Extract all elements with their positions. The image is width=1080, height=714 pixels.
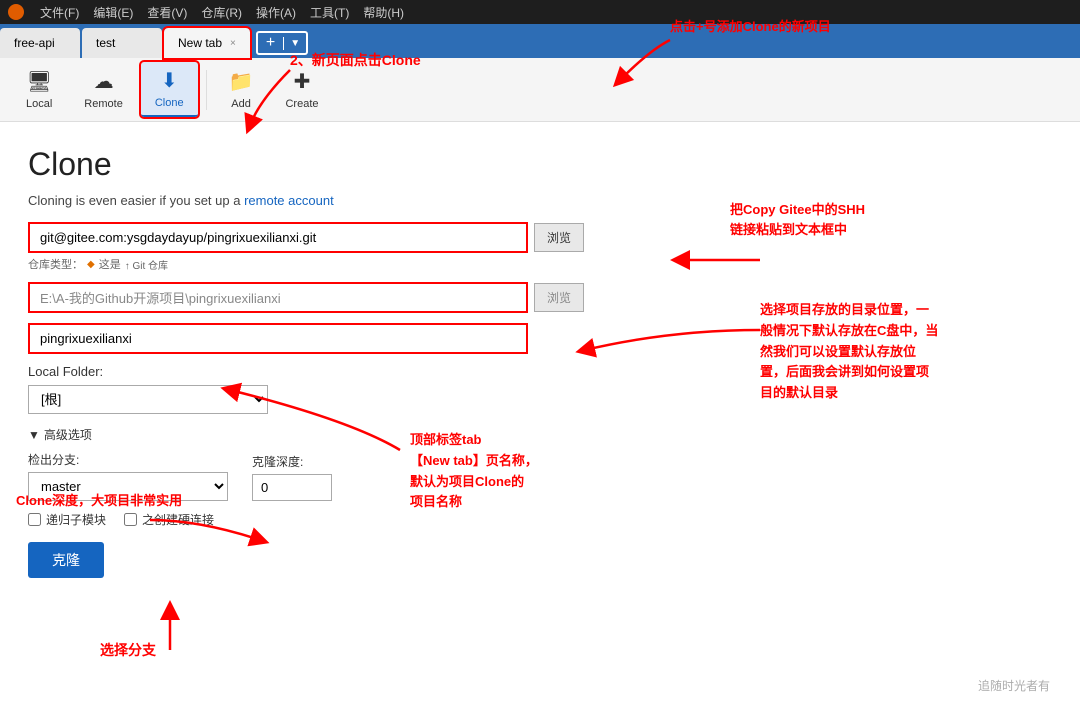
advanced-fields: 检出分支: master 克隆深度: [28,451,1052,501]
menu-repo[interactable]: 仓库(R) [195,2,248,23]
tab-bar: free-api test New tab × + ▼ [0,24,1080,58]
local-path-input[interactable] [28,282,528,313]
remote-account-link[interactable]: remote account [244,193,334,208]
toolbar-add[interactable]: 📁 Add [215,63,268,116]
tab-free-api[interactable]: free-api [0,28,80,58]
repo-name-input-group [28,323,1052,354]
depth-input[interactable] [252,474,332,501]
browse-local-button[interactable]: 浏览 [534,283,584,312]
menu-view[interactable]: 查看(V) [141,2,193,23]
main-content: Clone Cloning is even easier if you set … [0,122,1080,714]
toolbar: 🖥 Local ☁ Remote ⬇ Clone 📁 Add ✚ Create [0,58,1080,122]
clone-subtitle-text: Cloning is even easier if you set up a [28,193,244,208]
local-path-input-group: 浏览 [28,282,1052,313]
url-input-row: 浏览 [28,222,1052,253]
recursive-checkbox-text: 递归子模块 [46,511,106,528]
hardlink-checkbox-text: 之​创建硬连接 [142,511,214,528]
local-folder-label: Local Folder: [28,364,1052,379]
tab-test[interactable]: test [82,28,162,58]
local-icon: 🖥 [26,69,51,94]
repo-name-input[interactable] [28,323,528,354]
toolbar-create[interactable]: ✚ Create [271,63,332,116]
toolbar-separator-1 [206,70,207,110]
clone-title: Clone [28,146,1052,183]
clone-button[interactable]: 克隆 [28,542,104,578]
tab-test-label: test [96,36,115,50]
toolbar-create-label: Create [285,98,318,110]
toolbar-local[interactable]: 🖥 Local [12,63,66,116]
add-icon: 📁 [229,69,254,94]
create-icon: ✚ [294,69,311,94]
app-logo [8,4,24,20]
hardlink-checkbox[interactable] [124,513,137,526]
toolbar-clone-label: Clone [155,97,184,109]
clone-subtitle: Cloning is even easier if you set up a r… [28,193,1052,208]
checkbox-row: 递归子模块 之​创建硬连接 [28,511,1052,528]
advanced-toggle-icon: ▼ [28,428,40,442]
menu-help[interactable]: 帮助(H) [357,2,410,23]
recursive-checkbox-label[interactable]: 递归子模块 [28,511,106,528]
menu-bar: 文件(F) 编辑(E) 查看(V) 仓库(R) 操作(A) 工具(T) 帮助(H… [0,0,1080,24]
local-folder-dropdown-row: [根] [28,385,1052,414]
advanced-section: ▼ 高级选项 检出分支: master 克隆深度: 递归子模块 之​创建硬连 [28,426,1052,528]
checkout-label: 检出分支: [28,451,228,468]
repo-type-is: 这是 [99,256,121,272]
menu-file[interactable]: 文件(F) [34,2,85,23]
hardlink-checkbox-label[interactable]: 之​创建硬连接 [124,511,214,528]
toolbar-local-label: Local [26,98,52,110]
tab-new-wrapper: + ▼ [256,31,308,55]
menu-action[interactable]: 操作(A) [250,2,302,23]
tab-free-api-label: free-api [14,36,55,50]
browse-url-button[interactable]: 浏览 [534,223,584,252]
menu-tools[interactable]: 工具(T) [304,2,355,23]
tab-new-tab[interactable]: New tab × [164,28,250,58]
recursive-checkbox[interactable] [28,513,41,526]
tab-dropdown-button[interactable]: ▼ [283,37,306,50]
tab-new-tab-label: New tab [178,36,222,50]
branch-dropdown[interactable]: master [28,472,228,501]
advanced-toggle-label: 高级选项 [44,426,92,443]
toolbar-clone[interactable]: ⬇ Clone [141,62,198,117]
url-input-group: 浏览 仓库类型： ◆ 这是 ↑ Git 仓库 [28,222,1052,272]
tab-add-button[interactable]: + [258,33,283,53]
toolbar-remote[interactable]: ☁ Remote [70,63,137,116]
depth-field-group: 克隆深度: [252,453,332,501]
remote-icon: ☁ [94,69,114,94]
local-path-input-row: 浏览 [28,282,1052,313]
menu-edit[interactable]: 编辑(E) [87,2,139,23]
clone-icon: ⬇ [161,68,178,93]
local-folder-dropdown[interactable]: [根] [28,385,268,414]
branch-field-group: 检出分支: master [28,451,228,501]
url-input[interactable] [28,222,528,253]
tab-close-icon[interactable]: × [230,38,236,49]
toolbar-add-label: Add [231,98,251,110]
repo-type-diamond: ◆ [87,259,95,270]
toolbar-remote-label: Remote [84,98,123,110]
repo-type-label: 仓库类型： [28,256,83,272]
depth-label: 克隆深度: [252,453,332,470]
advanced-toggle[interactable]: ▼ 高级选项 [28,426,1052,443]
repo-type-git: ↑ Git 仓库 [125,257,168,272]
repo-type-hint: 仓库类型： ◆ 这是 ↑ Git 仓库 [28,256,1052,272]
